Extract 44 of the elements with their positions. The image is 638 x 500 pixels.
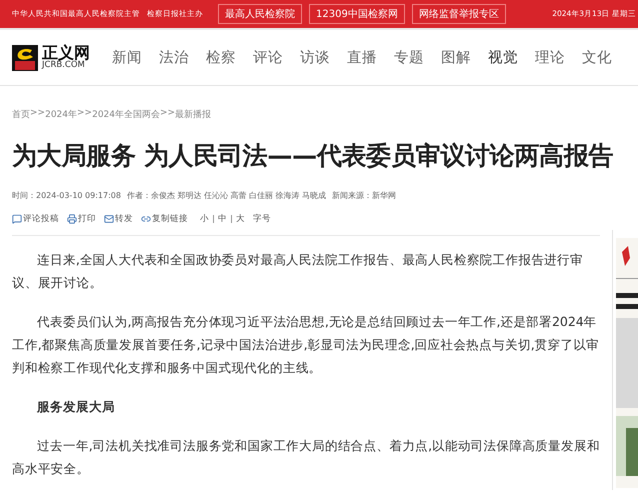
nav-link[interactable]: 新闻 [112, 48, 142, 67]
breadcrumb-link[interactable]: >> [30, 108, 46, 121]
article-paragraph: 过去一年,司法机关找准司法服务党和国家工作大局的结合点、着力点,以能动司法保障高质量发展和高水平安全。 [12, 437, 601, 478]
top-link[interactable]: 12309中国检察网 [309, 4, 405, 24]
chat-bubble-icon [12, 214, 22, 224]
nav-link[interactable]: 专题 [394, 48, 424, 67]
printer-icon [67, 214, 77, 224]
article-meta: 新闻来源：新华网 [332, 190, 396, 201]
breadcrumb-link[interactable]: 首页 [12, 108, 30, 121]
nav-link[interactable]: 评论 [253, 48, 283, 67]
logo-icon[interactable] [12, 44, 38, 70]
breadcrumb-link[interactable]: >> [160, 108, 176, 121]
breadcrumb-link[interactable]: 最新播报 [175, 108, 212, 121]
top-link[interactable]: 网络监督举报专区 [412, 4, 506, 24]
nav-link[interactable]: 直播 [347, 48, 377, 67]
nav-link[interactable]: 视觉 [488, 48, 518, 67]
breadcrumb-link[interactable]: 2024年全国两会 [92, 108, 160, 121]
article-title: 为大局服务 为人民司法——代表委员审议讨论两高报告 [12, 140, 612, 172]
nav-link[interactable]: 访谈 [300, 48, 330, 67]
article-meta: 作者：余俊杰 郑明达 任沁沁 高蕾 白佳丽 徐海涛 马晓成 [126, 190, 326, 201]
nav-link[interactable]: 检察 [206, 48, 236, 67]
font-size-link[interactable]: 大 [231, 214, 249, 224]
logo-name[interactable]: 正义网 [42, 45, 90, 62]
link-icon [141, 214, 151, 224]
nav-link[interactable]: 图解 [441, 48, 471, 67]
breadcrumb-link[interactable]: >> [77, 108, 92, 121]
nav-link[interactable]: 文化 [582, 48, 612, 67]
section-heading: 服务发展大局 [36, 398, 116, 416]
font-size-label: 字号 [253, 213, 271, 225]
tool-link[interactable]: 评论投稿 [12, 213, 59, 225]
logo-domain[interactable]: JCRB.COM [42, 61, 90, 70]
tool-link[interactable]: 打印 [67, 213, 96, 225]
nav-link[interactable]: 法治 [159, 48, 189, 67]
nav-link[interactable]: 理论 [535, 48, 565, 67]
article-meta: 时间：2024-03-10 09:17:08 [12, 190, 121, 201]
font-size-link[interactable]: 中 [213, 214, 231, 224]
tool-link[interactable]: 转发 [104, 213, 133, 225]
breadcrumb-link[interactable]: 2024年 [45, 108, 77, 121]
tool-link[interactable]: 复制链接 [141, 213, 188, 225]
font-size-link[interactable]: 小 [196, 214, 213, 224]
top-link[interactable]: 最高人民检察院 [218, 4, 302, 24]
article-paragraph: 代表委员们认为,两高报告充分体现习近平法治思想,无论是总结回顾过去一年工作,还是部署2024年工作,都聚焦高质量发展首要任务,记录中国法治进步,彰显司法为民理念,回应社会热点与关切,贯穿了以审判和检察工作现代化支撑和服务中国式现代化的主线。 [12, 313, 600, 377]
article-paragraph: 连日来,全国人大代表和全国政协委员对最高人民法院工作报告、最高人民检察院工作报告进行审议、展开讨论。 [12, 251, 584, 292]
envelope-icon [104, 214, 114, 224]
